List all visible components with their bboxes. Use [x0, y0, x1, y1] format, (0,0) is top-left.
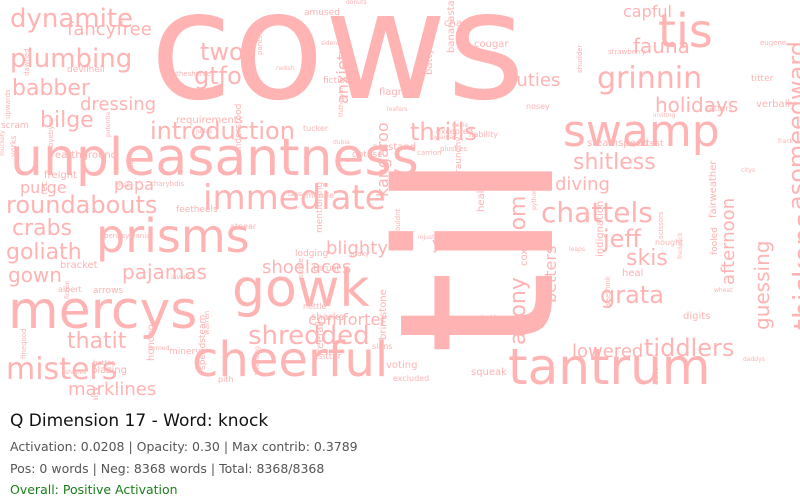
cloud-word: grinnin [597, 61, 703, 96]
cloud-word: purge [20, 178, 67, 197]
cloud-word-small: shudder [576, 44, 584, 73]
cloud-word: afternoon [718, 197, 739, 285]
cloud-word-small: scissors [657, 211, 665, 239]
cloud-word: prisms [96, 209, 250, 263]
cloud-word: thatit [67, 329, 127, 354]
cloud-word: marklines [68, 379, 157, 400]
cloud-word: kangaroo [373, 122, 392, 197]
cloud-word: lowered [572, 341, 644, 362]
cloud-word: fauna [633, 34, 690, 58]
cloud-word: crabs [12, 216, 73, 241]
cloud-word-small: citys [741, 167, 755, 174]
cloud-word: gtfo [194, 62, 242, 90]
cloud-word: tiddlers [644, 334, 735, 362]
word-cloud: earthground taws batter loafers understood ho… [0, 0, 800, 400]
word-counts: Pos: 0 words | Neg: 8368 words | Total: … [10, 461, 325, 476]
cloud-word: edward [783, 40, 800, 130]
cloud-word: shoelaces [262, 257, 352, 278]
cloud-word: introduction [150, 117, 295, 145]
cloud-word: skis [626, 246, 668, 271]
cloud-word-small: titter [751, 74, 774, 84]
cloud-word: loom [506, 195, 531, 250]
cloud-word: thrills [410, 118, 477, 146]
cloud-word: goliath [6, 240, 82, 265]
cloud-word: papa [114, 175, 154, 194]
cloud-word-small: squeak [471, 367, 507, 378]
cloud-word: pajamas [122, 260, 207, 284]
cloud-word-small: nosey [526, 102, 550, 111]
cloud-word: gown [8, 263, 62, 287]
cloud-word: betters [541, 245, 560, 303]
cloud-word: comforter [308, 310, 387, 329]
overall-status: Overall: Positive Activation [10, 482, 178, 497]
cloud-word: fancyfree [67, 19, 152, 40]
panel-title: Q Dimension 17 - Word: knock [10, 411, 269, 431]
cloud-word: twos [200, 38, 257, 66]
cloud-word: holidays [655, 93, 739, 117]
cloud-word: duties [505, 70, 561, 91]
cloud-word: capful [623, 2, 672, 21]
cloud-word: thickens [787, 213, 800, 330]
cloud-word-small: excluded [393, 374, 430, 383]
cloud-word-small: muckety [0, 130, 6, 156]
cloud-word-small: daddys [743, 356, 765, 363]
cloud-word: guessing [750, 240, 774, 330]
cloud-word: anxiety [333, 44, 352, 104]
cloud-word: immediate [203, 178, 386, 218]
cloud-word-small: voting [386, 360, 418, 371]
cloud-word-small: digits [683, 311, 711, 322]
cloud-word: plumbing [10, 44, 133, 74]
cloud-word-small: upwards [4, 89, 12, 119]
cloud-word: babber [12, 76, 90, 101]
cloud-word: yen [432, 234, 462, 253]
cloud-word: shitless [573, 150, 656, 175]
cloud-word: asome [783, 129, 800, 210]
cloud-word-small: wheat [714, 287, 733, 294]
cloud-word: agony [506, 277, 531, 345]
cloud-word: blighty [326, 238, 388, 259]
cloud-word: roadline [437, 174, 510, 195]
cloud-word: grata [600, 281, 664, 309]
cloud-word: dressing [80, 94, 157, 115]
activation-stats: Activation: 0.0208 | Opacity: 0.30 | Max… [10, 439, 358, 454]
cloud-word: diving [555, 174, 610, 195]
cloud-word-small: durned [148, 345, 170, 352]
cloud-word: chattels [541, 196, 653, 229]
